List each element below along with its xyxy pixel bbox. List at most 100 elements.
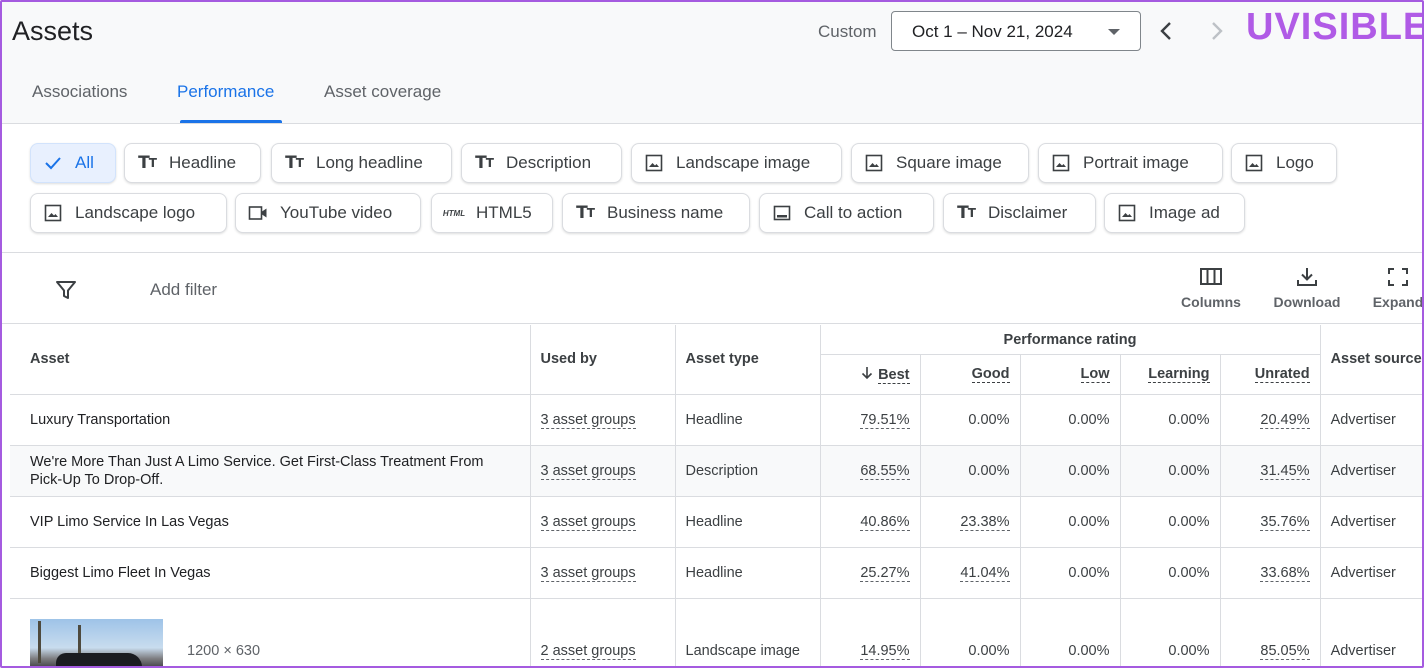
good-value[interactable]: 23.38%	[960, 513, 1010, 531]
columns-label: Columns	[1181, 294, 1241, 310]
columns-button[interactable]: Columns	[1178, 266, 1244, 310]
learning-cell: 0.00%	[1120, 445, 1221, 497]
low-cell: 0.00%	[1020, 598, 1121, 666]
column-header-asset-type[interactable]: Asset type	[675, 325, 821, 395]
low-cell: 0.00%	[1020, 445, 1121, 497]
column-header-unrated[interactable]: Unrated	[1220, 354, 1321, 395]
filter-icon[interactable]	[54, 278, 78, 307]
chip-label: Disclaimer	[988, 203, 1068, 222]
column-header-asset[interactable]: Asset	[10, 325, 531, 395]
add-filter-button[interactable]: Add filter	[150, 280, 217, 300]
tab-asset-coverage[interactable]: Asset coverage	[324, 82, 441, 102]
used-by-link[interactable]: 2 asset groups	[540, 642, 636, 660]
expand-button[interactable]: Expand	[1368, 266, 1422, 310]
thumbnail-limo	[56, 652, 142, 666]
used-by-link[interactable]: 3 asset groups	[540, 513, 636, 531]
column-header-learning[interactable]: Learning	[1120, 354, 1221, 395]
chip-square-image[interactable]: Square image	[851, 143, 1029, 183]
unrated-cell: 31.45%	[1220, 445, 1321, 497]
best-cell: 79.51%	[820, 394, 921, 446]
chip-business-name[interactable]: TT Business name	[562, 193, 750, 233]
used-by-cell: 3 asset groups	[530, 496, 676, 548]
used-by-link[interactable]: 3 asset groups	[540, 462, 636, 480]
table-row: We're More Than Just A Limo Service. Get…	[10, 445, 1422, 497]
chip-youtube-video[interactable]: YouTube video	[235, 193, 421, 233]
used-by-cell: 3 asset groups	[530, 394, 676, 446]
tab-performance[interactable]: Performance	[177, 82, 274, 102]
column-label: Learning	[1148, 366, 1210, 383]
chip-label: Landscape image	[676, 153, 811, 172]
download-button[interactable]: Download	[1270, 266, 1344, 310]
image-icon	[1117, 203, 1137, 223]
best-value[interactable]: 14.95%	[860, 642, 910, 660]
best-value[interactable]: 40.86%	[860, 513, 910, 531]
used-by-link[interactable]: 3 asset groups	[540, 564, 636, 582]
unrated-cell: 33.68%	[1220, 547, 1321, 599]
chip-image-ad[interactable]: Image ad	[1104, 193, 1245, 233]
column-header-best[interactable]: Best	[820, 354, 921, 395]
unrated-value[interactable]: 31.45%	[1260, 462, 1310, 480]
column-header-good[interactable]: Good	[920, 354, 1021, 395]
unrated-value[interactable]: 85.05%	[1260, 642, 1310, 660]
column-label: Unrated	[1254, 366, 1310, 383]
table-toolbar: Add filter Columns Download Expand	[2, 254, 1422, 324]
chevron-right-icon	[1212, 22, 1223, 40]
chip-portrait-image[interactable]: Portrait image	[1038, 143, 1223, 183]
chip-label: Description	[506, 153, 592, 172]
tab-associations[interactable]: Associations	[32, 82, 127, 102]
column-header-low[interactable]: Low	[1020, 354, 1121, 395]
previous-period-button[interactable]	[1152, 16, 1182, 46]
next-period-button[interactable]	[1202, 16, 1232, 46]
chevron-left-icon	[1160, 22, 1171, 40]
asset-source-cell: Advertiser	[1320, 547, 1422, 599]
column-header-asset-source[interactable]: Asset source	[1320, 325, 1422, 395]
watermark-logo: UVISIBLE	[1246, 6, 1424, 48]
text-icon: TT	[138, 153, 157, 173]
asset-source-cell: Advertiser	[1320, 598, 1422, 666]
used-by-cell: 3 asset groups	[530, 547, 676, 599]
learning-cell: 0.00%	[1120, 496, 1221, 548]
good-value[interactable]: 41.04%	[960, 564, 1010, 582]
asset-thumbnail-image[interactable]	[30, 618, 163, 666]
text-icon: TT	[957, 203, 976, 223]
chip-label: YouTube video	[280, 203, 393, 222]
asset-image-cell: 1200 × 630	[10, 598, 531, 666]
learning-cell: 0.00%	[1120, 394, 1221, 446]
best-value[interactable]: 79.51%	[860, 411, 910, 429]
best-cell: 68.55%	[820, 445, 921, 497]
video-icon	[248, 203, 268, 223]
best-value[interactable]: 25.27%	[860, 564, 910, 582]
image-icon	[1051, 153, 1071, 173]
html-icon: HTML	[442, 208, 466, 218]
image-dimensions: 1200 × 630	[187, 642, 261, 659]
chip-description[interactable]: TT Description	[461, 143, 622, 183]
best-value[interactable]: 68.55%	[860, 462, 910, 480]
chip-headline[interactable]: TT Headline	[124, 143, 261, 183]
unrated-value[interactable]: 33.68%	[1260, 564, 1310, 582]
app-window: Assets Custom Oct 1 – Nov 21, 2024 UVISI…	[0, 0, 1424, 668]
asset-text: VIP Limo Service In Las Vegas	[10, 496, 531, 548]
unrated-value[interactable]: 20.49%	[1260, 411, 1310, 429]
learning-cell: 0.00%	[1120, 547, 1221, 599]
column-header-used-by[interactable]: Used by	[530, 325, 676, 395]
dropdown-caret-icon	[1108, 29, 1120, 35]
page-title: Assets	[12, 16, 94, 46]
asset-type-cell: Headline	[675, 394, 821, 446]
chip-logo[interactable]: Logo	[1231, 143, 1337, 183]
good-cell: 0.00%	[920, 394, 1021, 446]
chip-all[interactable]: All	[30, 143, 116, 183]
used-by-link[interactable]: 3 asset groups	[540, 411, 636, 429]
chip-disclaimer[interactable]: TT Disclaimer	[943, 193, 1096, 233]
table-row: 1200 × 630 2 asset groups Landscape imag…	[10, 598, 1422, 666]
unrated-value[interactable]: 35.76%	[1260, 513, 1310, 531]
chip-landscape-logo[interactable]: Landscape logo	[30, 193, 227, 233]
asset-source-cell: Advertiser	[1320, 445, 1422, 497]
chip-html5[interactable]: HTML HTML5	[431, 193, 553, 233]
image-icon	[644, 153, 664, 173]
date-range-select[interactable]: Oct 1 – Nov 21, 2024	[891, 11, 1141, 51]
date-range-label: Custom	[818, 22, 877, 41]
chip-call-to-action[interactable]: Call to action	[759, 193, 934, 233]
asset-source-cell: Advertiser	[1320, 394, 1422, 446]
chip-long-headline[interactable]: TT Long headline	[271, 143, 452, 183]
chip-landscape-image[interactable]: Landscape image	[631, 143, 842, 183]
